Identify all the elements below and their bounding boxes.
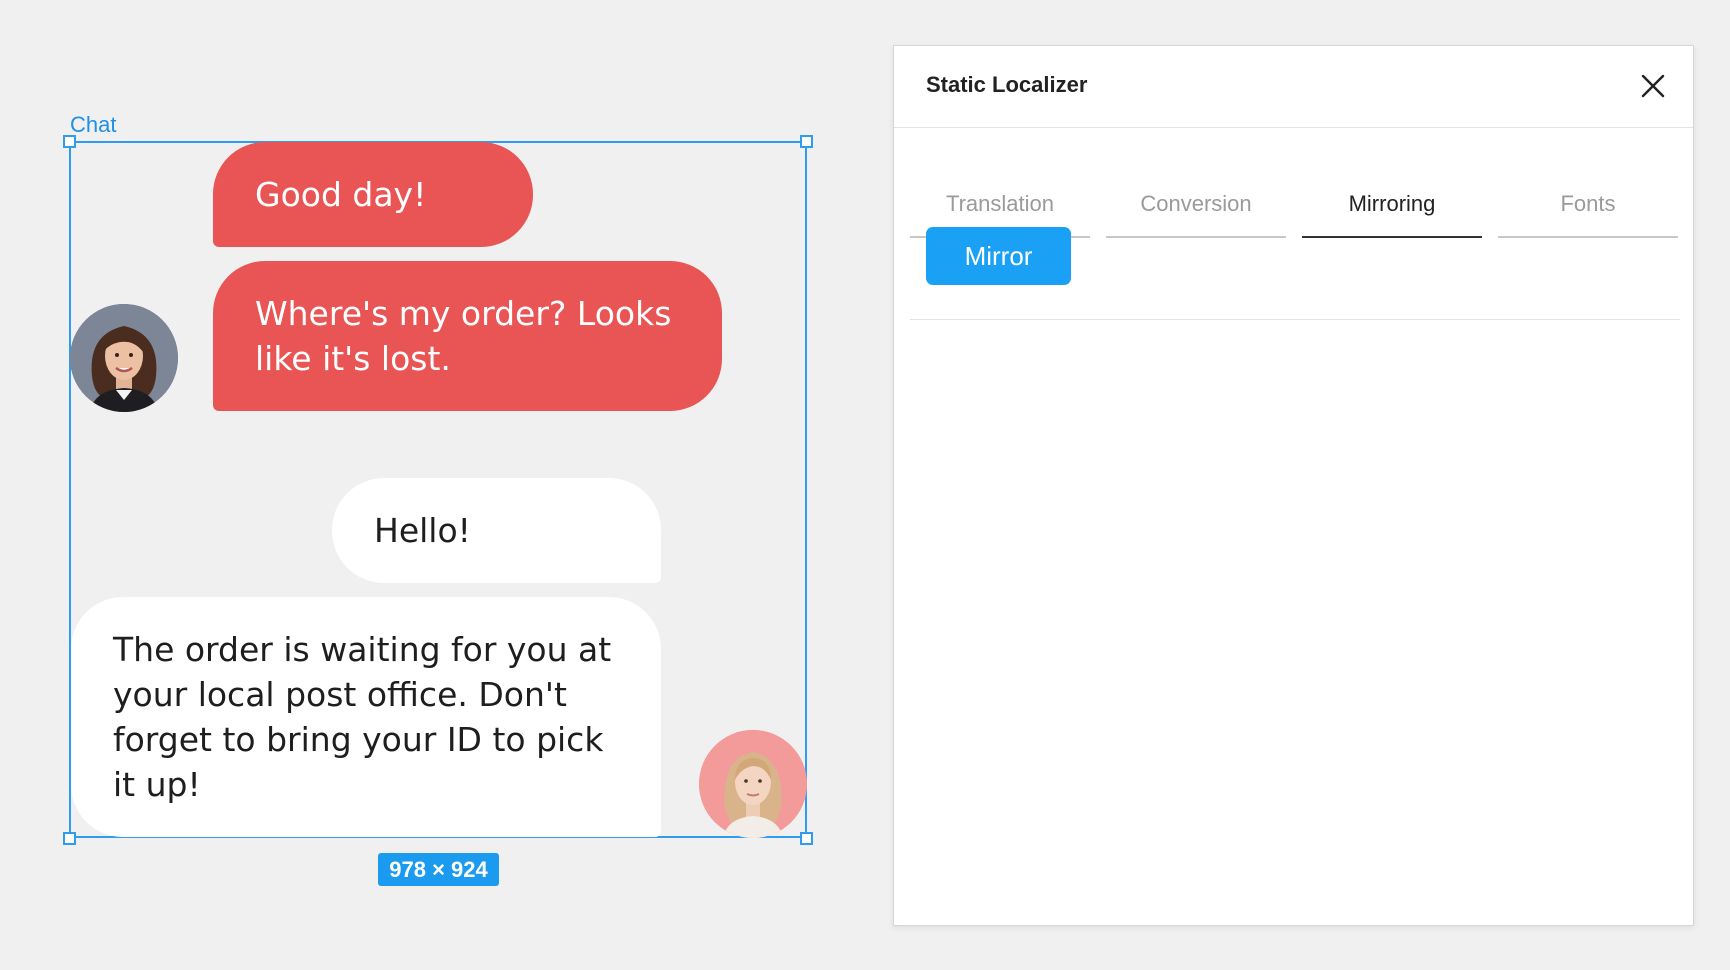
resize-handle-top-right[interactable] [800, 135, 813, 148]
close-button[interactable] [1635, 68, 1671, 104]
dimensions-badge: 978 × 924 [378, 853, 499, 886]
tab-conversion[interactable]: Conversion [1106, 128, 1286, 238]
tab-fonts[interactable]: Fonts [1498, 128, 1678, 238]
chat-message-agent-1[interactable]: Hello! [332, 478, 661, 583]
resize-handle-bottom-left[interactable] [63, 832, 76, 845]
chat-message-agent-2[interactable]: The order is waiting for you at your loc… [71, 597, 661, 837]
tab-mirroring[interactable]: Mirroring [1302, 128, 1482, 238]
mirror-button[interactable]: Mirror [926, 227, 1071, 285]
close-icon [1641, 74, 1665, 98]
chat-message-customer-1[interactable]: Good day! [213, 142, 533, 247]
chat-message-customer-2[interactable]: Where's my order? Looks like it's lost. [213, 261, 722, 411]
customer-avatar[interactable] [70, 304, 178, 412]
panel-title: Static Localizer [926, 72, 1088, 97]
frame-label[interactable]: Chat [70, 112, 116, 138]
content-divider [910, 319, 1680, 320]
resize-handle-top-left[interactable] [63, 135, 76, 148]
tab-bar: Translation Conversion Mirroring Fonts [910, 128, 1680, 238]
static-localizer-panel: Static Localizer Translation Conversion … [893, 45, 1694, 926]
tab-translation[interactable]: Translation [910, 128, 1090, 238]
resize-handle-bottom-right[interactable] [800, 832, 813, 845]
agent-avatar[interactable] [699, 730, 807, 838]
